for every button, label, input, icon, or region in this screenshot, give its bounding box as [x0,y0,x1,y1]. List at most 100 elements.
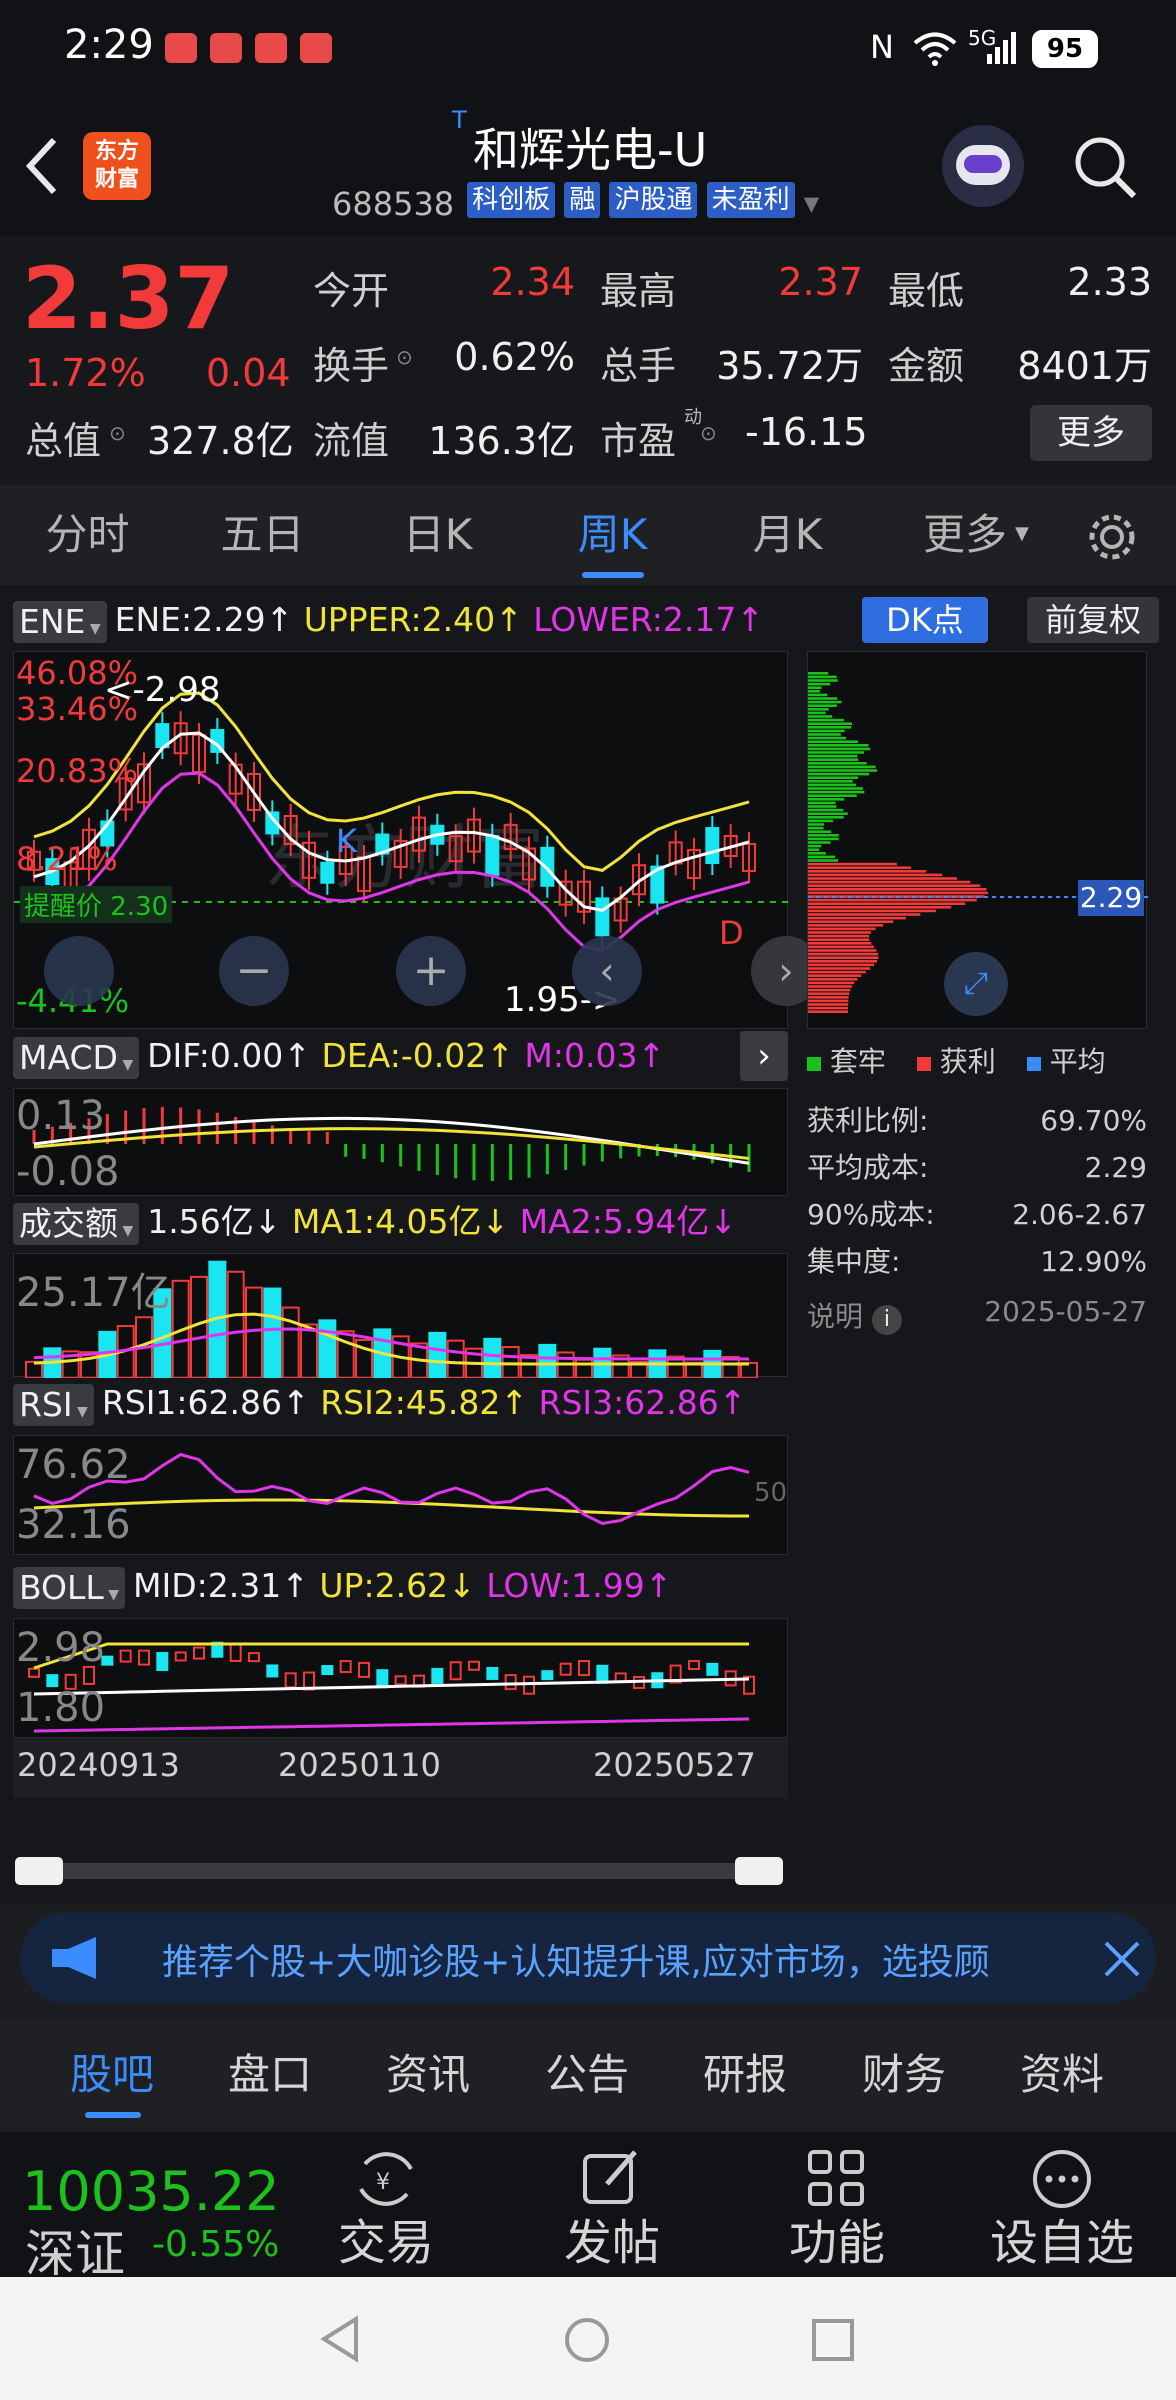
trade-button[interactable]: ¥ 交易 [296,2132,476,2268]
tab-research[interactable]: 研报 [670,2020,820,2130]
chip-bar [808,830,832,833]
boll-candle [156,1652,169,1672]
boll-candle [119,1649,132,1663]
tab-more[interactable]: 更多 [905,485,1025,585]
tab-monthly-k[interactable]: 月K [720,485,855,585]
search-icon[interactable] [1072,134,1140,202]
indicator-selector[interactable]: MACD ▼ [13,1036,140,1079]
y-label: -0.08 [16,1149,120,1195]
boll-candle [541,1670,554,1681]
chip-bar [808,834,839,837]
nav-back-icon[interactable] [318,2315,362,2363]
dk-point-button[interactable]: DK点 [862,597,988,643]
nav-recent-icon[interactable] [810,2317,856,2363]
back-icon[interactable] [22,136,62,196]
period-tabs: 分时 五日 日K 周K 月K 更多 ▼ [0,485,1176,585]
gear-icon[interactable] [1085,510,1139,564]
robot-avatar[interactable] [942,125,1024,207]
scroll-start-button[interactable] [44,936,114,1006]
chip-bar [808,823,824,826]
chip-bar [808,715,833,718]
chip-bar [808,880,971,884]
app-logo[interactable]: 东方 财富 [83,132,151,200]
indicator-selector[interactable]: RSI ▼ [13,1383,94,1426]
chip-bar [808,891,988,895]
tab-profile[interactable]: 资料 [987,2020,1137,2130]
stat-profit-ratio: 69.70% [1040,1104,1147,1137]
tab-announcements[interactable]: 公告 [512,2020,662,2130]
chip-bar [808,938,870,941]
stock-subline: 688538 科创板 融 沪股通 未盈利 ▼ [332,182,819,223]
volume-bar [281,1306,300,1380]
macd-panel[interactable]: 0.13 -0.08 [13,1088,788,1196]
range-slider-right-handle[interactable] [735,1857,783,1885]
function-button[interactable]: 功能 [747,2132,927,2268]
tab-news[interactable]: 资讯 [353,2020,503,2130]
info-icon[interactable]: ⊙ [396,345,413,369]
ma1-value: MA1:4.05亿↓ [291,1202,510,1241]
chip-distribution-panel[interactable]: 2.29 ⤢ [807,651,1148,1029]
tab-finance[interactable]: 财务 [829,2020,979,2130]
scroll-left-button[interactable]: ‹ [572,936,642,1006]
expand-icon[interactable]: ⤢ [944,952,1008,1016]
chip-bar [808,978,858,981]
tab-pankou[interactable]: 盘口 [195,2020,345,2130]
adjust-button[interactable]: 前复权 [1027,597,1159,643]
volume-panel[interactable]: 25.17亿 [13,1253,788,1380]
chip-bar [808,866,911,869]
stock-name[interactable]: 和辉光电-U [473,114,707,180]
current-price: 2.37 [22,249,235,349]
chip-bar [808,970,866,974]
chevron-down-icon[interactable]: ▼ [804,192,819,216]
indicator-selector[interactable]: BOLL ▼ [13,1566,126,1609]
close-icon[interactable] [1100,1937,1144,1981]
field-low: 2.33 [1067,260,1152,304]
chip-bar [808,942,872,945]
chip-bar [808,924,884,927]
banner-text[interactable]: 推荐个股+大咖诊股+认知提升课,应对市场，选投顾 [162,1933,1062,1985]
info-icon[interactable]: ⊙ [700,421,717,445]
zoom-out-button[interactable]: − [219,936,289,1006]
y-label: 20.83% [16,752,139,790]
field-label: 金额 [888,344,965,388]
chip-bar [808,826,824,830]
indicator-selector[interactable]: ENE ▼ [13,600,107,643]
more-button[interactable]: 更多 [1030,405,1152,461]
tab-intraday[interactable]: 分时 [20,485,155,585]
info-icon[interactable]: ⊙ [109,421,126,445]
zoom-in-button[interactable]: + [396,936,466,1006]
candle-body [595,897,610,937]
bottom-toolbar: 10035.22 深证 -0.55% ¥ 交易 发帖 功能 设自选 [0,2132,1176,2283]
promo-banner[interactable]: 推荐个股+大咖诊股+认知提升课,应对市场，选投顾 [20,1913,1156,2003]
nav-home-icon[interactable] [562,2315,612,2365]
chevron-right-icon[interactable]: › [740,1031,788,1081]
tab-daily-k[interactable]: 日K [370,485,505,585]
y-label: 1.80 [16,1685,106,1731]
rsi-panel[interactable]: 76.62 32.16 50 [13,1435,788,1555]
post-button[interactable]: 发帖 [522,2132,702,2268]
note-link[interactable]: 说明 i [807,1295,902,1335]
t-badge: T [452,106,467,134]
svg-text:¥: ¥ [376,2170,390,2195]
chip-bar [808,805,837,808]
alert-price-label[interactable]: 提醒价 2.30 [20,886,173,923]
date-axis: 20240913 20250110 20250527 [13,1738,788,1798]
signal-icon [987,32,1016,64]
boll-candle [578,1660,590,1677]
boll-panel[interactable]: 2.98 1.80 [13,1618,788,1738]
tab-weekly-k[interactable]: 周K [545,485,680,585]
tab-five-day[interactable]: 五日 [195,485,330,585]
dif-value: DIF:0.00↑ [147,1036,311,1075]
range-slider-left-handle[interactable] [15,1857,63,1885]
index-ticker[interactable]: 10035.22 深证 -0.55% [0,2132,300,2283]
chevron-down-icon[interactable]: ▼ [1015,523,1029,544]
boll-candle [376,1669,389,1689]
chip-bar [808,981,855,985]
chip-price-tag: 2.29 [1078,880,1144,916]
kline-panel[interactable]: 东方财富 46.08% 33.46% 20.83% 8.21% -4.41% <… [13,651,821,1029]
indicator-selector[interactable]: 成交额 ▼ [13,1202,140,1245]
range-slider-track[interactable] [15,1863,783,1879]
add-watchlist-button[interactable]: 设自选 [972,2132,1152,2268]
chart-area: ENE ▼ ENE:2.29↑ UPPER:2.40↑ LOWER:2.17↑ D… [0,585,1176,1905]
function-label: 功能 [788,2215,885,2271]
